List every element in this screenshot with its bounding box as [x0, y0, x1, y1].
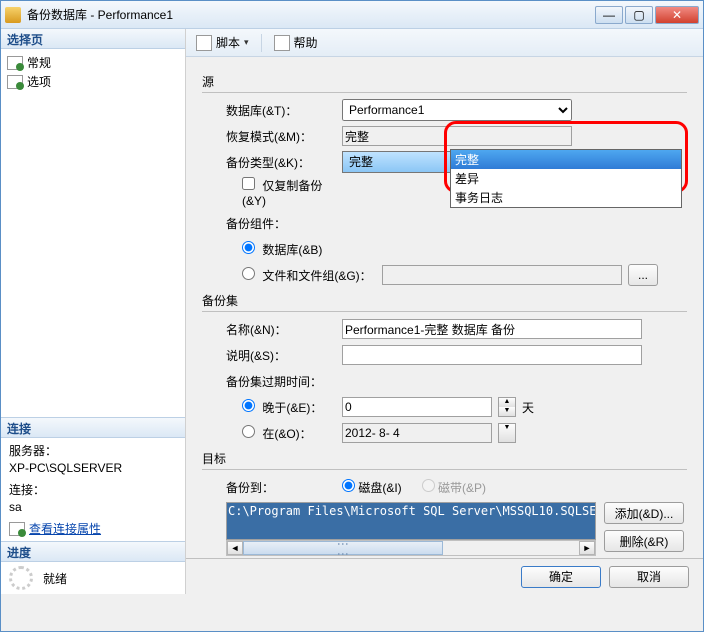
database-label: 数据库(&T)： — [202, 102, 342, 119]
script-button[interactable]: 脚本 — [192, 32, 253, 53]
destination-group-label: 目标 — [202, 450, 687, 467]
help-button[interactable]: 帮助 — [270, 32, 322, 53]
database-combo[interactable]: Performance1 — [342, 99, 572, 121]
help-icon — [274, 35, 290, 51]
name-label: 名称(&N)： — [202, 321, 342, 338]
script-icon — [196, 35, 212, 51]
sidebar-item-options[interactable]: 选项 — [5, 72, 181, 91]
expire-after-radio[interactable] — [242, 399, 255, 412]
backup-component-label: 备份组件： — [202, 215, 342, 232]
connection-label: 连接： — [9, 481, 177, 498]
destination-list[interactable]: C:\Program Files\Microsoft SQL Server\MS… — [226, 502, 596, 540]
minimize-button[interactable]: — — [595, 6, 623, 24]
dest-tape-radio — [422, 479, 435, 492]
expire-label: 备份集过期时间： — [202, 373, 342, 390]
backup-type-option-log[interactable]: 事务日志 — [451, 188, 681, 207]
backup-type-dropdown[interactable]: 完整 差异 事务日志 — [450, 149, 682, 208]
backup-type-option-full[interactable]: 完整 — [451, 150, 681, 169]
maximize-button[interactable]: ▢ — [625, 6, 653, 24]
connection-value: sa — [9, 500, 177, 514]
cancel-button[interactable]: 取消 — [609, 566, 689, 588]
filegroup-browse-button[interactable]: ... — [628, 264, 658, 286]
destination-scrollbar[interactable]: ◄► — [226, 540, 596, 556]
backup-type-label: 备份类型(&K)： — [202, 154, 342, 171]
backup-to-label: 备份到： — [202, 479, 342, 496]
dest-disk-label: 磁盘(&I) — [358, 481, 401, 495]
title-bar: 备份数据库 - Performance1 — ▢ ✕ — [1, 1, 703, 29]
expire-on-radio[interactable] — [242, 425, 255, 438]
progress-header: 进度 — [1, 542, 185, 562]
close-button[interactable]: ✕ — [655, 6, 699, 24]
expire-after-label: 晚于(&E)： — [262, 401, 322, 415]
name-field[interactable] — [342, 319, 642, 339]
properties-icon — [9, 522, 25, 536]
help-label: 帮助 — [294, 34, 318, 51]
add-button[interactable]: 添加(&D)... — [604, 502, 684, 524]
sidebar-item-label: 选项 — [27, 73, 51, 90]
recovery-model-field — [342, 126, 572, 146]
progress-status: 就绪 — [43, 570, 67, 587]
remove-button[interactable]: 删除(&R) — [604, 530, 684, 552]
expire-after-field[interactable] — [342, 397, 492, 417]
connection-header: 连接 — [1, 418, 185, 438]
filegroup-field — [382, 265, 622, 285]
description-field[interactable] — [342, 345, 642, 365]
backupset-group-label: 备份集 — [202, 292, 687, 309]
page-icon — [7, 56, 23, 70]
copy-only-checkbox[interactable] — [242, 177, 255, 190]
server-label: 服务器： — [9, 442, 177, 459]
ok-button[interactable]: 确定 — [521, 566, 601, 588]
expire-after-spinner[interactable]: ▲▼ — [498, 397, 516, 417]
toolbar: 脚本 帮助 — [186, 29, 703, 57]
expire-on-label: 在(&O)： — [262, 427, 311, 441]
dest-disk-radio[interactable] — [342, 479, 355, 492]
app-icon — [5, 7, 21, 23]
recovery-model-label: 恢复模式(&M)： — [202, 128, 342, 145]
script-label: 脚本 — [216, 34, 240, 51]
expire-on-field — [342, 423, 492, 443]
progress-spinner-icon — [9, 566, 33, 590]
page-icon — [7, 75, 23, 89]
window-title: 备份数据库 - Performance1 — [27, 6, 595, 23]
destination-list-item[interactable]: C:\Program Files\Microsoft SQL Server\MS… — [228, 504, 594, 518]
expire-on-picker[interactable]: ▼ — [498, 423, 516, 443]
component-database-radio[interactable] — [242, 241, 255, 254]
dest-tape-label: 磁带(&P) — [438, 481, 486, 495]
description-label: 说明(&S)： — [202, 347, 342, 364]
select-pages-header: 选择页 — [1, 29, 185, 49]
sidebar: 选择页 常规 选项 连接 服务器： XP-PC\SQLSERVER 连接： sa — [1, 29, 186, 594]
view-connection-properties-link[interactable]: 查看连接属性 — [29, 520, 101, 537]
component-filegroup-radio[interactable] — [242, 267, 255, 280]
component-database-label: 数据库(&B) — [262, 243, 322, 257]
server-value: XP-PC\SQLSERVER — [9, 461, 177, 475]
backup-type-option-diff[interactable]: 差异 — [451, 169, 681, 188]
sidebar-item-general[interactable]: 常规 — [5, 53, 181, 72]
sidebar-item-label: 常规 — [27, 54, 51, 71]
expire-after-unit: 天 — [522, 399, 534, 416]
source-group-label: 源 — [202, 73, 687, 90]
component-filegroup-label: 文件和文件组(&G)： — [262, 269, 371, 283]
